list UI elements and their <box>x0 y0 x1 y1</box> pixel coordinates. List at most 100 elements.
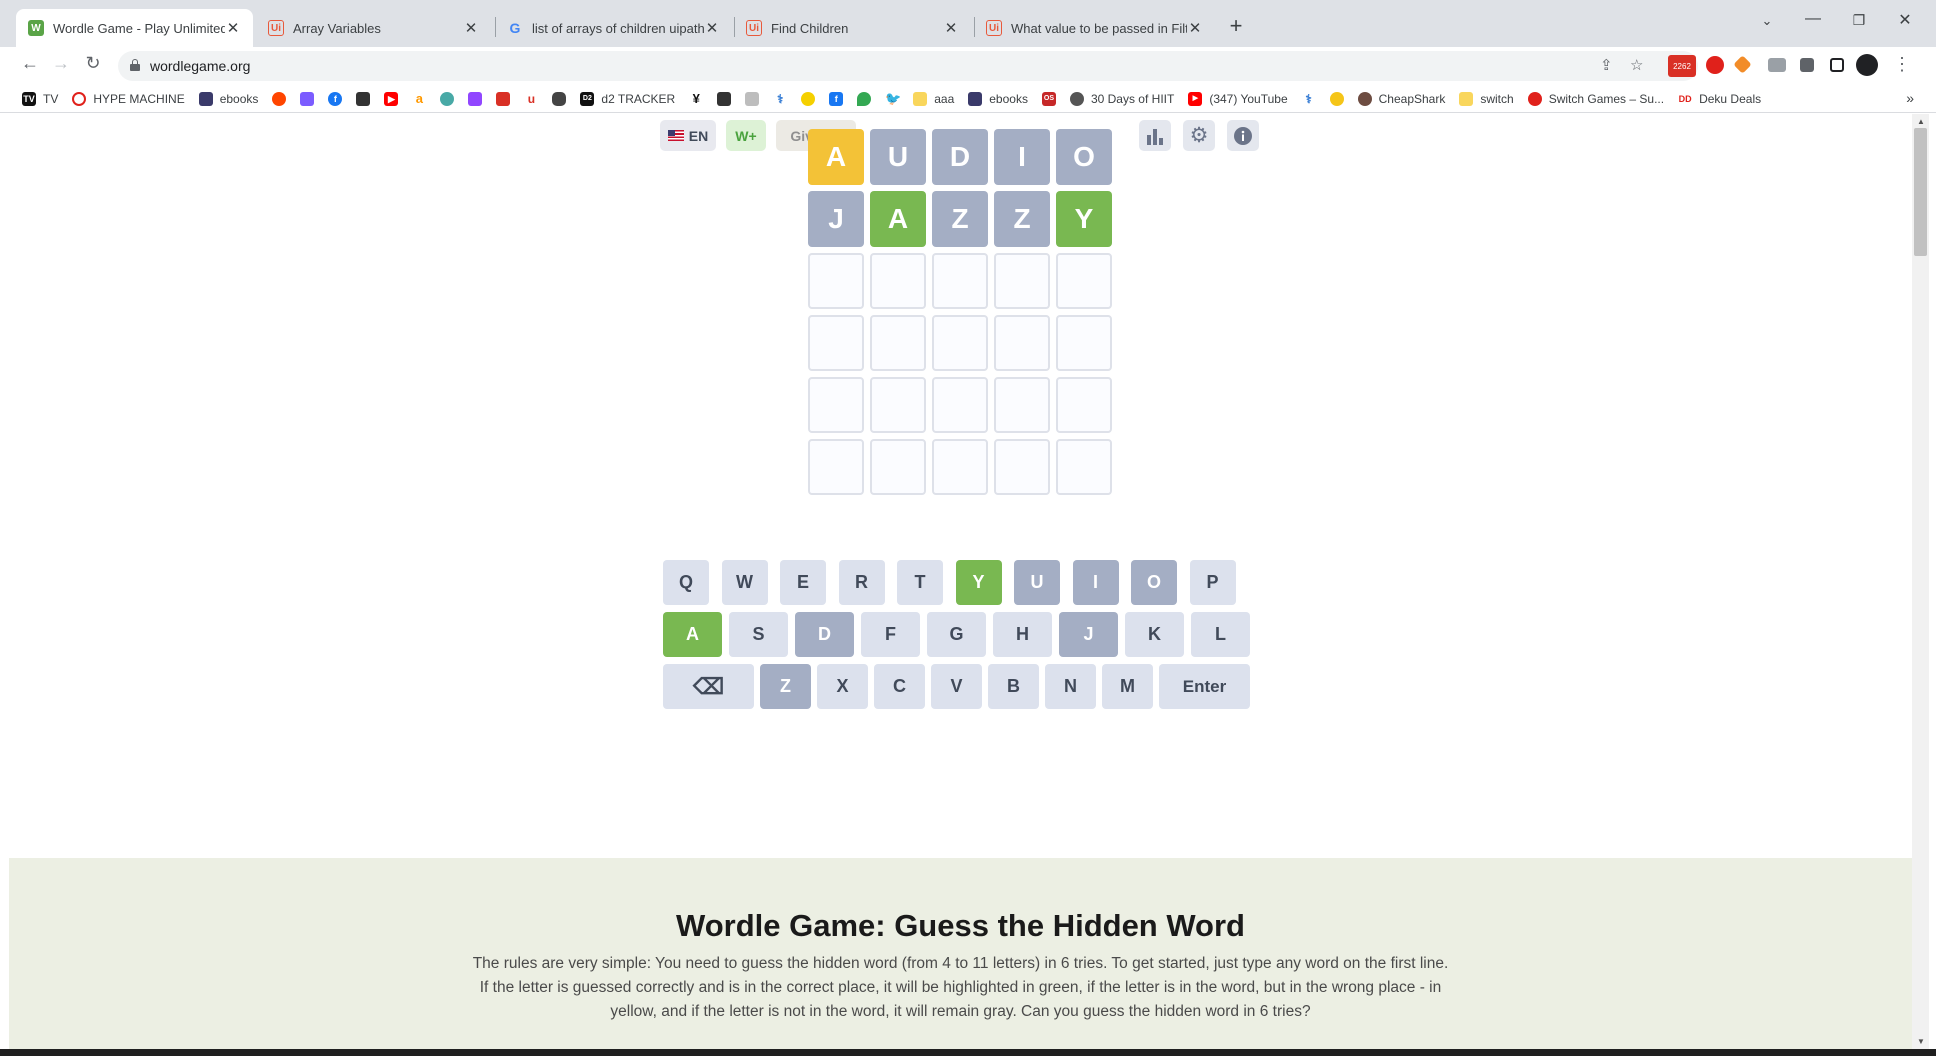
back-icon[interactable]: ← <box>16 53 44 74</box>
share-icon[interactable]: ⇪ <box>1600 56 1613 74</box>
reload-icon[interactable]: ↻ <box>79 53 107 74</box>
key-b[interactable]: B <box>988 664 1039 709</box>
bookmark-printer[interactable] <box>356 91 371 106</box>
key-z[interactable]: Z <box>760 664 811 709</box>
bookmark-ebooks[interactable]: ebooks <box>198 91 258 106</box>
key-q[interactable]: Q <box>663 560 709 605</box>
bookmark-globe[interactable] <box>440 91 455 106</box>
settings-button[interactable]: ⚙ <box>1183 120 1215 151</box>
close-icon[interactable]: ✕ <box>1187 19 1203 37</box>
bookmark-deku-deals[interactable]: DD Deku Deals <box>1678 91 1761 106</box>
enter-key[interactable]: Enter <box>1159 664 1250 709</box>
key-s[interactable]: S <box>729 612 788 657</box>
key-r[interactable]: R <box>838 560 885 605</box>
wplus-button[interactable]: W+ <box>726 120 766 151</box>
stats-button[interactable] <box>1139 120 1171 151</box>
key-t[interactable]: T <box>897 560 943 605</box>
extensions-puzzle-icon[interactable] <box>1800 58 1814 72</box>
key-a[interactable]: A <box>663 612 722 657</box>
address-bar[interactable]: wordlegame.org ⇪ ☆ <box>118 51 1698 81</box>
key-c[interactable]: C <box>874 664 925 709</box>
key-w[interactable]: W <box>721 560 768 605</box>
bookmark-switch-games[interactable]: Switch Games – Su... <box>1527 91 1664 106</box>
bookmark-fitness[interactable]: ⚕ <box>773 91 788 106</box>
bookmark-cup[interactable] <box>496 91 511 106</box>
tab-wordle[interactable]: W Wordle Game - Play Unlimited ✕ <box>16 9 253 47</box>
profile-avatar[interactable] <box>1856 54 1878 76</box>
minimize-icon[interactable]: — <box>1798 10 1828 28</box>
key-f[interactable]: F <box>861 612 920 657</box>
key-k[interactable]: K <box>1125 612 1184 657</box>
close-icon[interactable]: ✕ <box>225 19 241 37</box>
bookmark-fitness-2[interactable]: ⚕ <box>1301 91 1316 106</box>
tab-find-children[interactable]: Ui Find Children ✕ <box>734 9 971 47</box>
key-n[interactable]: N <box>1045 664 1096 709</box>
close-icon[interactable]: ✕ <box>704 19 720 37</box>
side-panel-icon[interactable] <box>1830 58 1844 72</box>
bookmark-script[interactable]: u <box>524 91 539 106</box>
bookmark-card[interactable] <box>745 91 760 106</box>
key-h[interactable]: H <box>993 612 1052 657</box>
bookmark-cheapshark[interactable]: CheapShark <box>1357 91 1445 106</box>
key-g[interactable]: G <box>927 612 986 657</box>
key-j[interactable]: J <box>1059 612 1118 657</box>
bookmark-hype-machine[interactable]: HYPE MACHINE <box>72 91 185 106</box>
key-d[interactable]: D <box>795 612 854 657</box>
language-button[interactable]: EN <box>660 120 716 151</box>
bookmark-youtube-347[interactable]: ▶ (347) YouTube <box>1188 91 1288 106</box>
bookmark-reddit[interactable] <box>272 91 287 106</box>
bookmark-d2-tracker[interactable]: D2 d2 TRACKER <box>580 91 675 106</box>
key-m[interactable]: M <box>1102 664 1153 709</box>
bookmark-aaa[interactable]: aaa <box>913 91 954 106</box>
bookmark-glasses[interactable] <box>552 91 567 106</box>
restore-icon[interactable]: ❐ <box>1844 12 1874 29</box>
bookmark-facebook-2[interactable]: f <box>829 91 844 106</box>
gmail-extension-icon[interactable]: 2262 <box>1668 55 1696 77</box>
opera-extension-icon[interactable] <box>1706 56 1724 74</box>
key-o[interactable]: O <box>1131 560 1177 605</box>
bookmark-coin[interactable] <box>1329 91 1344 106</box>
bookmark-os[interactable]: OS <box>1041 91 1056 106</box>
bookmark-twitch[interactable] <box>468 91 483 106</box>
bookmark-destiny[interactable]: ¥ <box>689 91 704 106</box>
key-l[interactable]: L <box>1191 612 1250 657</box>
bookmark-30-days-hiit[interactable]: 30 Days of HIIT <box>1069 91 1174 106</box>
bookmark-smiley[interactable] <box>801 91 816 106</box>
page-scrollbar[interactable]: ▲ ▼ <box>1912 114 1929 1049</box>
bookmark-maps[interactable] <box>857 91 872 106</box>
scroll-down-icon[interactable]: ▼ <box>1917 1037 1925 1046</box>
new-tab-button[interactable]: + <box>1222 13 1250 39</box>
key-u[interactable]: U <box>1014 560 1060 605</box>
bookmark-shield[interactable] <box>717 91 732 106</box>
tab-array-variables[interactable]: Ui Array Variables ✕ <box>256 9 491 47</box>
bookmark-amazon[interactable]: a <box>412 91 427 106</box>
diamond-extension-icon[interactable] <box>1733 55 1752 74</box>
bookmark-tv[interactable]: TV TV <box>22 91 58 106</box>
bookmark-star-icon[interactable]: ☆ <box>1630 56 1643 74</box>
key-v[interactable]: V <box>931 664 982 709</box>
key-e[interactable]: E <box>780 560 826 605</box>
scroll-up-icon[interactable]: ▲ <box>1917 117 1925 126</box>
backspace-key[interactable]: ⌫ <box>663 664 754 709</box>
scroll-thumb[interactable] <box>1914 128 1927 256</box>
close-icon[interactable]: ✕ <box>463 19 479 37</box>
bookmark-app[interactable] <box>300 91 315 106</box>
key-i[interactable]: I <box>1072 560 1119 605</box>
key-x[interactable]: X <box>817 664 868 709</box>
bookmark-switch[interactable]: switch <box>1459 91 1514 106</box>
tab-google-search[interactable]: G list of arrays of children uipath - G … <box>495 9 732 47</box>
forward-icon[interactable]: → <box>47 53 75 74</box>
bookmarks-overflow-icon[interactable]: » <box>1906 90 1914 106</box>
menu-icon[interactable]: ⋮ <box>1888 54 1916 75</box>
bookmark-ebooks-2[interactable]: ebooks <box>968 91 1028 106</box>
window-close-icon[interactable]: ✕ <box>1890 10 1920 30</box>
key-y[interactable]: Y <box>955 560 1002 605</box>
bookmark-youtube[interactable]: ▶ <box>384 91 399 106</box>
info-button[interactable] <box>1227 120 1259 151</box>
bookmark-facebook[interactable]: f <box>328 91 343 106</box>
tab-search-icon[interactable]: ⌄ <box>1752 13 1782 29</box>
lock-icon[interactable] <box>130 59 140 71</box>
key-p[interactable]: P <box>1189 560 1236 605</box>
tab-filter-question[interactable]: Ui What value to be passed in Filter ✕ <box>974 9 1215 47</box>
media-extension-icon[interactable] <box>1768 58 1786 72</box>
